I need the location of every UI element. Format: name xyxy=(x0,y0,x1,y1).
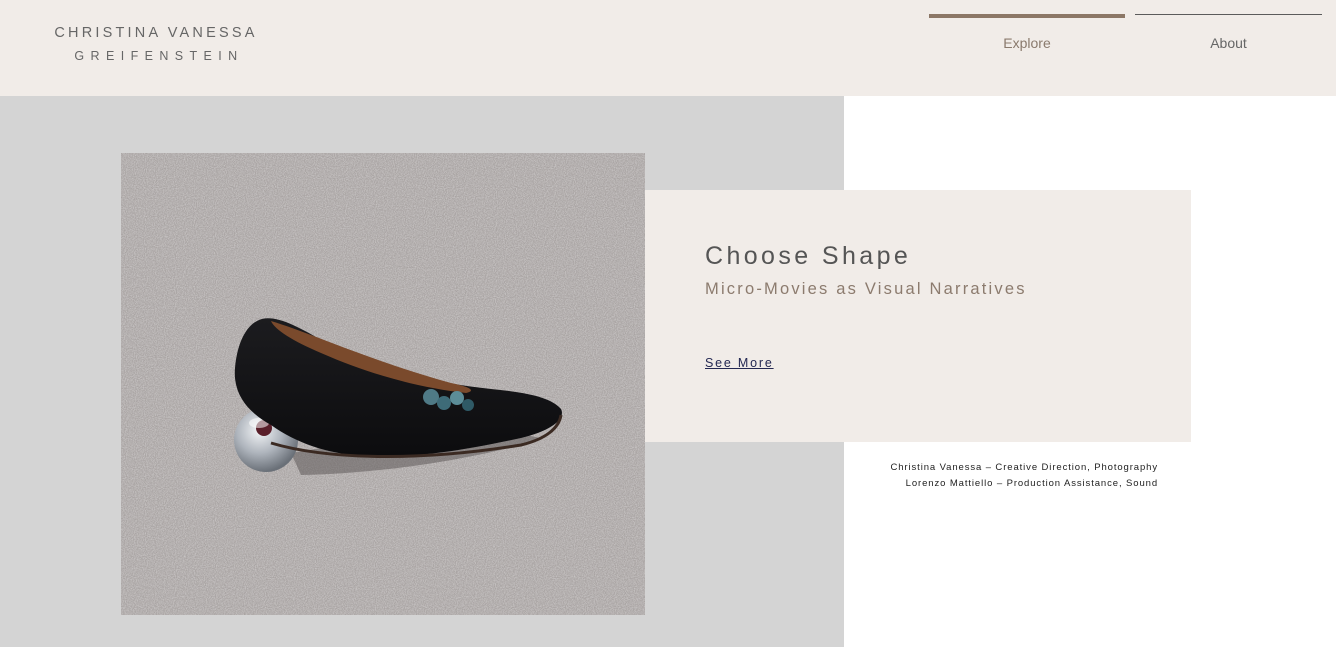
main-nav: Explore About xyxy=(929,12,1322,56)
nav-item-about[interactable]: About xyxy=(1135,12,1322,56)
see-more-link[interactable]: See More xyxy=(705,356,774,370)
site-header: CHRISTINA VANESSA GREIFENSTEIN Explore A… xyxy=(0,0,1336,96)
shoe-photo-image xyxy=(121,153,645,615)
credit-line: Christina Vanessa – Creative Direction, … xyxy=(890,462,1158,473)
feature-subtitle: Micro-Movies as Visual Narratives xyxy=(705,280,1027,298)
site-logo[interactable]: CHRISTINA VANESSA GREIFENSTEIN xyxy=(40,24,272,65)
logo-line-2: GREIFENSTEIN xyxy=(74,49,244,63)
logo-line-1: CHRISTINA VANESSA xyxy=(54,25,258,41)
feature-card: Choose Shape Micro-Movies as Visual Narr… xyxy=(645,190,1191,442)
feature-title: Choose Shape xyxy=(705,242,912,270)
feature-photo xyxy=(121,153,645,615)
credit-line: Lorenzo Mattiello – Production Assistanc… xyxy=(905,478,1158,489)
nav-item-explore[interactable]: Explore xyxy=(929,12,1125,56)
credits: Christina Vanessa – Creative Direction, … xyxy=(860,460,1158,492)
